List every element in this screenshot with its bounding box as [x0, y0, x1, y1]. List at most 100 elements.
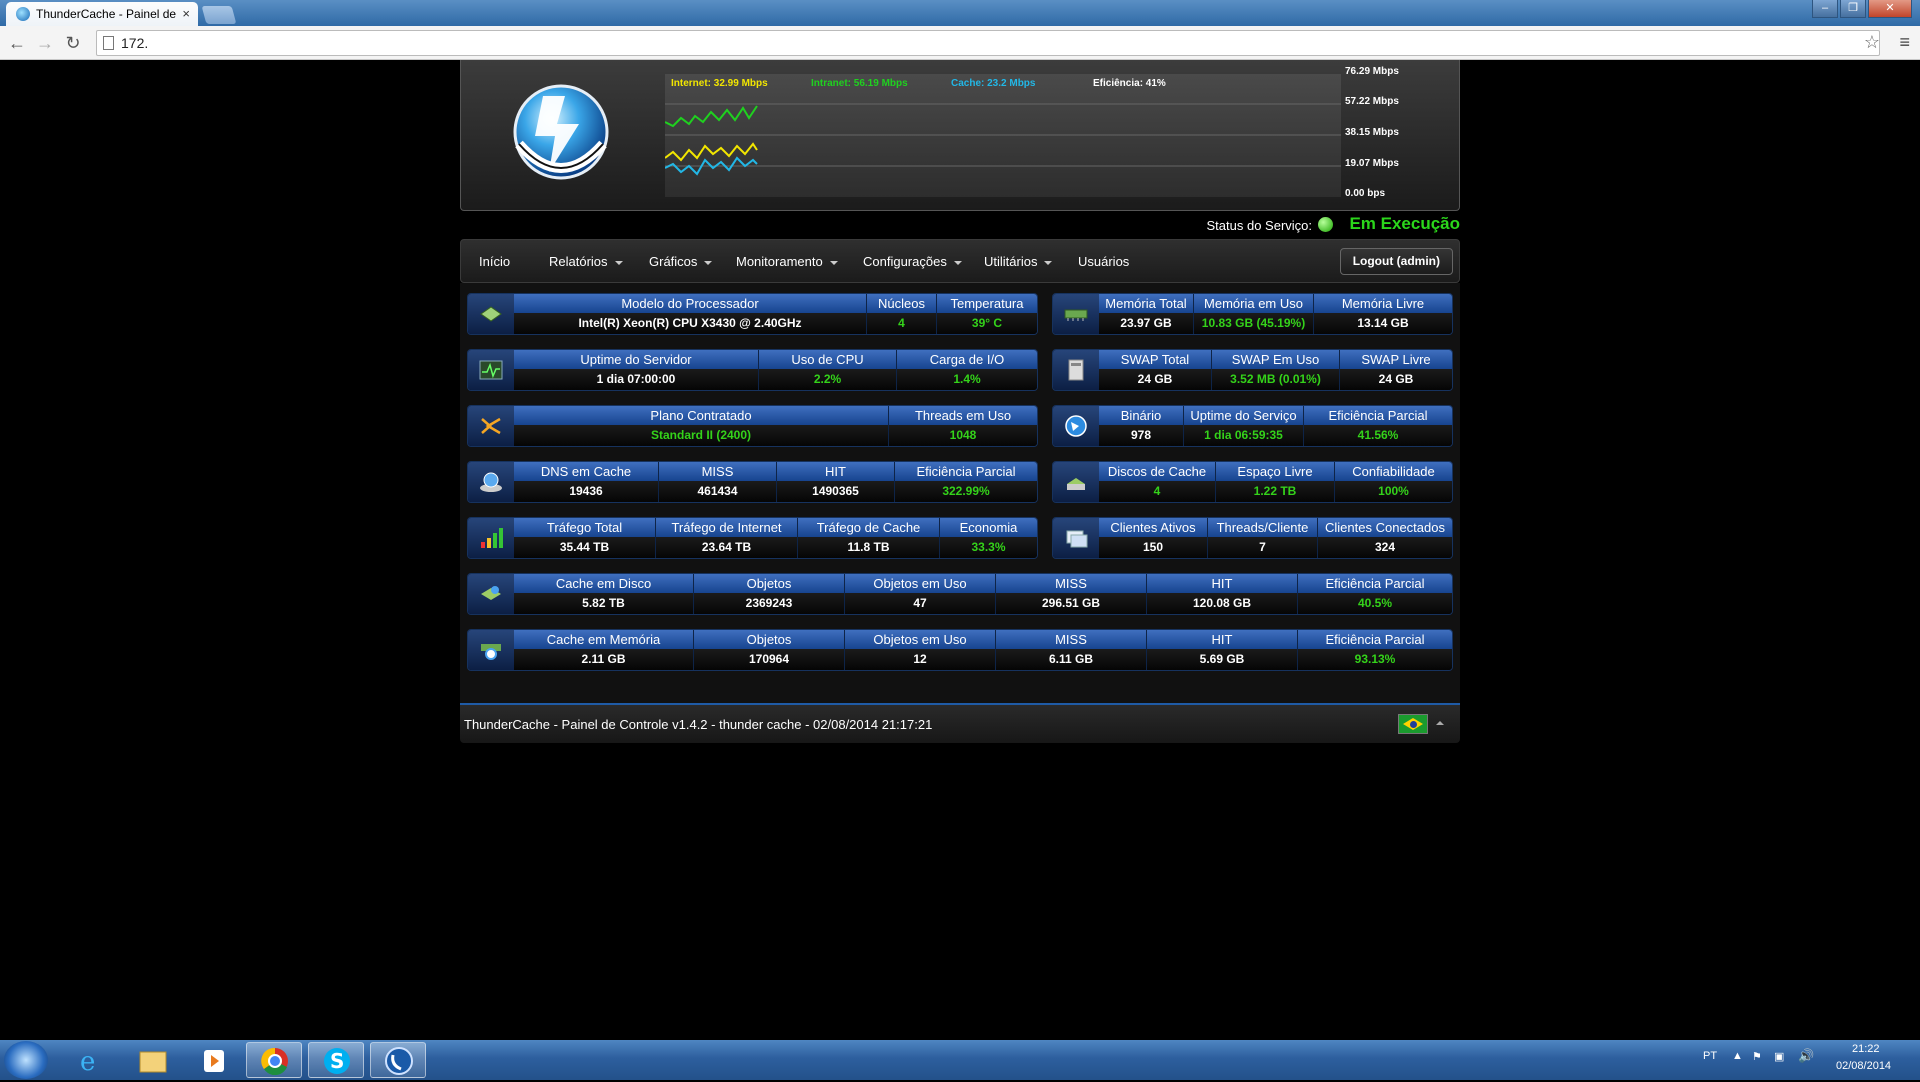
memory-free-header: Memória Livre — [1314, 294, 1452, 313]
dns-hit-value: 1490365 — [777, 481, 894, 502]
action-center-flag-icon[interactable]: ⚑ — [1752, 1050, 1762, 1063]
browser-tab[interactable]: ThunderCache - Painel de × — [6, 2, 198, 26]
back-arrow-icon[interactable]: ← — [6, 32, 28, 54]
active-clients-header: Clientes Ativos — [1099, 518, 1207, 537]
status-indicator-icon — [1318, 217, 1333, 232]
tab-close-icon[interactable]: × — [182, 2, 190, 26]
memory-card: Memória Total 23.97 GB Memória em Uso 10.8… — [1052, 293, 1453, 335]
file-explorer-icon[interactable] — [124, 1042, 180, 1078]
disk-cache-card: Cache em Disco 5.82 TB Objetos 2369243 Obj… — [467, 573, 1453, 615]
disk-objects-in-use-value: 47 — [845, 593, 995, 614]
threads-per-client-header: Threads/Cliente — [1208, 518, 1317, 537]
clock-time[interactable]: 21:22 — [1852, 1043, 1880, 1055]
control-panel-page: Internet: 32.99 Mbps Intranet: 56.19 Mbp… — [460, 60, 1460, 743]
nav-utilitarios[interactable]: Utilitários — [984, 254, 1053, 269]
show-hidden-icons-icon[interactable]: ▲ — [1732, 1050, 1743, 1062]
mem-hit-value: 5.69 GB — [1147, 649, 1297, 670]
thundercache-favicon-icon — [16, 7, 30, 21]
nav-label: Utilitários — [984, 254, 1038, 269]
mem-objects-header: Objetos — [694, 630, 844, 649]
memory-cache-header: Cache em Memória — [514, 630, 693, 649]
network-icon[interactable]: ▣ — [1774, 1050, 1784, 1063]
skype-icon[interactable]: S — [308, 1042, 364, 1078]
status-value: Em Execução — [1349, 214, 1460, 233]
disk-miss-value: 296.51 GB — [996, 593, 1146, 614]
internet-line — [665, 142, 758, 162]
thundercache-logo — [513, 84, 609, 180]
window-close-icon[interactable]: ✕ — [1868, 0, 1912, 18]
free-space-value: 1.22 TB — [1216, 481, 1334, 502]
media-player-icon[interactable] — [186, 1042, 242, 1078]
nav-label: Início — [479, 254, 511, 269]
restore-icon[interactable]: ❐ — [1840, 0, 1866, 18]
service-uptime-header: Uptime do Serviço — [1184, 406, 1303, 425]
language-indicator[interactable]: PT — [1703, 1050, 1717, 1062]
scale-label: 57.22 Mbps — [1345, 96, 1399, 107]
memory-used-value: 10.83 GB (45.19%) — [1194, 313, 1313, 334]
minimize-icon[interactable]: – — [1812, 0, 1838, 18]
mem-hit-header: HIT — [1147, 630, 1297, 649]
brazil-flag-icon[interactable] — [1398, 714, 1428, 734]
reload-icon[interactable]: ↻ — [62, 32, 84, 54]
memory-cache-icon — [468, 630, 514, 670]
caret-down-icon — [704, 260, 713, 265]
address-bar[interactable]: 172. — [96, 30, 1880, 56]
mem-objects-in-use-value: 12 — [845, 649, 995, 670]
tab-title: ThunderCache - Painel de — [36, 7, 177, 21]
disk-objects-in-use-header: Objetos em Uso — [845, 574, 995, 593]
svg-text:e: e — [80, 1047, 95, 1077]
nav-configuracoes[interactable]: Configurações — [863, 254, 962, 269]
clients-card: Clientes Ativos 150 Threads/Cliente 7 Clie… — [1052, 517, 1453, 559]
server-uptime-header: Uptime do Servidor — [514, 350, 758, 369]
nav-label: Monitoramento — [736, 254, 823, 269]
caret-down-icon — [614, 260, 623, 265]
clock-date[interactable]: 02/08/2014 — [1836, 1060, 1891, 1072]
disk-objects-value: 2369243 — [694, 593, 844, 614]
share-icon — [468, 406, 514, 446]
cache-traffic-header: Tráfego de Cache — [798, 518, 939, 537]
cpu-usage-value: 2.2% — [759, 369, 896, 390]
nav-label: Usuários — [1078, 254, 1130, 269]
footer-text: ThunderCache - Painel de Controle v1.4.2… — [464, 717, 933, 732]
browser-menu-icon[interactable]: ≡ — [1899, 32, 1910, 53]
chrome-icon[interactable] — [246, 1042, 302, 1078]
internet-explorer-icon[interactable]: e — [62, 1042, 118, 1078]
logout-button[interactable]: Logout (admin) — [1339, 248, 1453, 275]
binary-efficiency-value: 41.56% — [1304, 425, 1452, 446]
cpu-model-header: Modelo do Processador — [514, 294, 866, 313]
memory-free-value: 13.14 GB — [1314, 313, 1452, 334]
cpu-temp-header: Temperatura — [937, 294, 1037, 313]
uptime-card: Uptime do Servidor 1 dia 07:00:00 Uso de … — [467, 349, 1038, 391]
disk-hit-value: 120.08 GB — [1147, 593, 1297, 614]
threads-header: Threads em Uso — [889, 406, 1037, 425]
disk-cache-value: 5.82 TB — [514, 593, 693, 614]
internet-traffic-header: Tráfego de Internet — [656, 518, 797, 537]
bookmark-star-icon[interactable]: ☆ — [1864, 32, 1880, 53]
traffic-card: Tráfego Total 35.44 TB Tráfego de Interne… — [467, 517, 1038, 559]
swap-free-header: SWAP Livre — [1340, 350, 1452, 369]
volume-icon[interactable]: 🔊 — [1798, 1048, 1814, 1064]
caret-down-icon — [953, 260, 962, 265]
threads-per-client-value: 7 — [1208, 537, 1317, 558]
chip-icon — [468, 294, 514, 334]
new-tab-button[interactable] — [201, 6, 237, 24]
nav-inicio[interactable]: Início — [479, 254, 510, 269]
nav-usuarios[interactable]: Usuários — [1078, 254, 1129, 269]
globe-icon — [1053, 406, 1099, 446]
address-text: 172. — [121, 35, 149, 51]
memory-total-header: Memória Total — [1099, 294, 1193, 313]
caret-up-icon[interactable] — [1436, 721, 1444, 725]
ram-icon — [1053, 294, 1099, 334]
disk-cache-header: Cache em Disco — [514, 574, 693, 593]
plan-card: Plano Contratado Standard II (2400) Threa… — [467, 405, 1038, 447]
start-button[interactable] — [4, 1041, 48, 1079]
nav-relatorios[interactable]: Relatórios — [549, 254, 623, 269]
svg-text:S: S — [330, 1049, 344, 1073]
cpu-model-value: Intel(R) Xeon(R) CPU X3430 @ 2.40GHz — [514, 313, 866, 334]
phone-app-icon[interactable] — [370, 1042, 426, 1078]
swap-used-value: 3.52 MB (0.01%) — [1212, 369, 1339, 390]
globe-disk-icon — [468, 462, 514, 502]
nav-monitoramento[interactable]: Monitoramento — [736, 254, 838, 269]
nav-graficos[interactable]: Gráficos — [649, 254, 713, 269]
forward-arrow-icon[interactable]: → — [34, 32, 56, 54]
